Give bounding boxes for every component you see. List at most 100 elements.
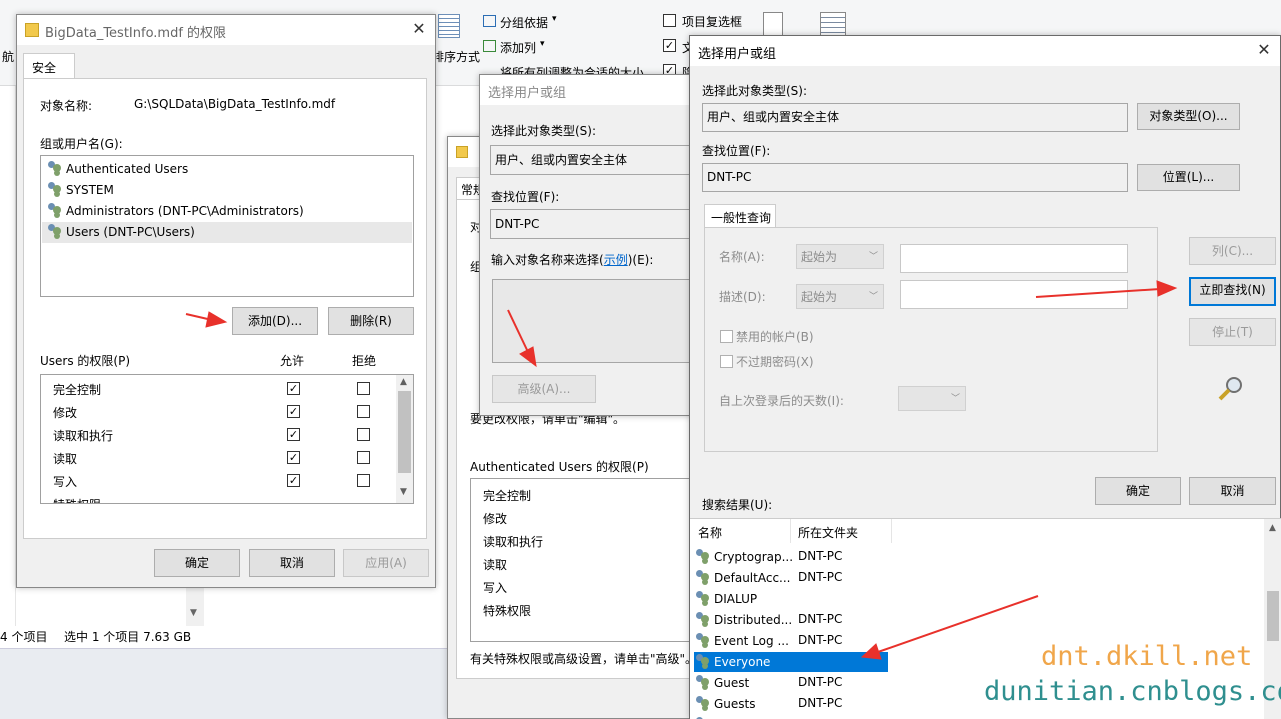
- examples-link[interactable]: 示例: [604, 253, 628, 267]
- object-types-button[interactable]: 对象类型(O)...: [1137, 103, 1240, 130]
- chevron-down-icon: ﹀: [868, 292, 878, 302]
- allow-checkbox[interactable]: ✓: [287, 382, 300, 395]
- behind-perm-2: 读取和执行: [483, 535, 544, 549]
- disabled-accounts-label: 禁用的帐户(B): [736, 330, 814, 344]
- deny-checkbox[interactable]: [357, 428, 370, 441]
- perm-item: 修改: [53, 406, 78, 420]
- small-enter-textarea[interactable]: [492, 279, 712, 363]
- deny-checkbox[interactable]: [357, 451, 370, 464]
- main-close-icon[interactable]: ✕: [1254, 40, 1274, 60]
- folder-icon: [25, 23, 39, 37]
- group-by-arrow-icon: ▾: [552, 14, 557, 24]
- explorer-scrollbar[interactable]: ▼: [186, 586, 204, 626]
- perm-dialog-title-bar: BigData_TestInfo.mdf 的权限 ✕: [17, 15, 435, 45]
- extension-checkbox[interactable]: ✓: [663, 39, 676, 52]
- small-advanced-button[interactable]: 高级(A)...: [492, 375, 596, 403]
- scroll-thumb[interactable]: [1267, 591, 1279, 641]
- perm-scrollbar[interactable]: ▲ ▼: [396, 375, 413, 503]
- deny-header: 拒绝: [352, 354, 377, 368]
- object-name-value: G:\SQLData\BigData_TestInfo.mdf: [134, 97, 336, 111]
- scroll-down-icon[interactable]: ▼: [400, 487, 407, 497]
- small-enter-label-prefix: 输入对象名称来选择(: [491, 253, 604, 267]
- main-location-field: DNT-PC: [702, 163, 1128, 192]
- watermark-line2: dunitian.cnblogs.com: [984, 676, 1281, 707]
- result-name-cell: Distributed...: [694, 610, 793, 630]
- user-item[interactable]: SYSTEM: [42, 180, 412, 201]
- result-row[interactable]: Cryptograp... DNT-PC: [694, 547, 1264, 567]
- result-name-cell: DIALUP: [694, 589, 790, 609]
- query-tab[interactable]: 一般性查询: [704, 204, 776, 228]
- perm-ok-button[interactable]: 确定: [154, 549, 240, 577]
- result-row[interactable]: Distributed... DNT-PC: [694, 610, 1264, 630]
- scroll-thumb[interactable]: [398, 391, 411, 473]
- item-checkbox[interactable]: [663, 14, 676, 27]
- behind-perm-label: Authenticated Users 的权限(P): [470, 460, 649, 474]
- select-user-dialog: 选择用户或组 ✕ 选择此对象类型(S): 用户、组或内置安全主体 对象类型(O)…: [689, 35, 1281, 719]
- scroll-up-icon[interactable]: ▲: [400, 377, 407, 387]
- result-name-cell: DefaultAcc...: [694, 568, 790, 588]
- user-item[interactable]: Authenticated Users: [42, 159, 412, 180]
- add-column-button[interactable]: 添加列: [500, 39, 536, 56]
- user-item-label: Administrators (DNT-PC\Administrators): [66, 204, 304, 218]
- col-name-header[interactable]: 名称: [698, 524, 722, 541]
- deny-checkbox[interactable]: [357, 474, 370, 487]
- deny-checkbox[interactable]: [357, 405, 370, 418]
- result-name: Guests: [714, 697, 756, 711]
- find-now-button[interactable]: 立即查找(N): [1189, 277, 1276, 306]
- behind-perm-list: 完全控制 修改 读取和执行 读取 写入 特殊权限: [470, 478, 710, 642]
- add-column-icon: [483, 40, 496, 52]
- perm-item: 写入: [53, 475, 78, 489]
- behind-perm-0: 完全控制: [483, 489, 532, 503]
- group-by-icon: [483, 15, 496, 27]
- scroll-down-icon[interactable]: ▼: [190, 608, 197, 618]
- allow-checkbox[interactable]: ✓: [287, 451, 300, 464]
- user-item-selected[interactable]: Users (DNT-PC\Users): [42, 222, 412, 243]
- add-column-arrow-icon: ▾: [540, 39, 545, 49]
- sort-method-label[interactable]: 排序方式: [432, 48, 480, 65]
- add-button[interactable]: 添加(D)...: [232, 307, 318, 335]
- result-row[interactable]: DIALUP: [694, 589, 1264, 609]
- result-row[interactable]: DefaultAcc... DNT-PC: [694, 568, 1264, 588]
- locations-button[interactable]: 位置(L)...: [1137, 164, 1240, 191]
- perm-dialog-title: BigData_TestInfo.mdf 的权限: [45, 26, 227, 41]
- allow-checkbox[interactable]: ✓: [287, 474, 300, 487]
- user-group-icon: [47, 224, 63, 238]
- main-ok-button[interactable]: 确定: [1095, 477, 1181, 505]
- perm-item: 特殊权限: [53, 496, 101, 503]
- result-name-cell: Cryptograp...: [694, 547, 793, 567]
- name-match-combo: 起始为 ﹀: [796, 244, 884, 269]
- result-name-cell: Everyone: [694, 652, 888, 672]
- desc-match-value: 起始为: [801, 290, 838, 304]
- behind-adv-hint: 有关特殊权限或高级设置，请单击"高级"。: [470, 652, 698, 666]
- col-folder-header[interactable]: 所在文件夹: [798, 524, 858, 541]
- name-label: 名称(A):: [719, 250, 765, 264]
- user-item-label: Users (DNT-PC\Users): [66, 225, 195, 239]
- perm-close-icon[interactable]: ✕: [409, 19, 429, 39]
- group-label: 组或用户名(G):: [40, 137, 123, 151]
- perm-cancel-button[interactable]: 取消: [249, 549, 335, 577]
- status-selected: 选中 1 个项目 7.63 GB: [64, 630, 192, 644]
- result-folder: DNT-PC: [798, 675, 843, 689]
- allow-checkbox[interactable]: ✓: [287, 405, 300, 418]
- user-list[interactable]: Authenticated Users SYSTEM Administrator…: [40, 155, 414, 297]
- disabled-accounts-checkbox: [720, 330, 733, 343]
- results-header: 名称 所在文件夹: [690, 519, 1281, 543]
- result-name: Distributed...: [714, 613, 793, 627]
- small-enter-label-suffix: )(E):: [627, 253, 654, 267]
- main-cancel-button[interactable]: 取消: [1189, 477, 1276, 505]
- select-user-dialog-small: 选择用户或组 选择此对象类型(S): 用户、组或内置安全主体 查找位置(F): …: [479, 74, 720, 416]
- result-name: DefaultAcc...: [714, 571, 791, 585]
- user-item[interactable]: Administrators (DNT-PC\Administrators): [42, 201, 412, 222]
- perm-list[interactable]: 完全控制 ✓ 修改 ✓ 读取和执行 ✓ 读取 ✓ 写入 ✓ 特殊权限 ▲ ▼: [40, 374, 414, 504]
- allow-checkbox[interactable]: ✓: [287, 428, 300, 441]
- result-row[interactable]: HelpLib...DNT-PC: [694, 715, 1264, 719]
- tab-security[interactable]: 安全: [23, 53, 75, 79]
- user-item-label: SYSTEM: [66, 183, 114, 197]
- group-by-button[interactable]: 分组依据: [500, 14, 548, 31]
- file-icon: [456, 146, 468, 158]
- no-expire-checkbox: [720, 355, 733, 368]
- deny-checkbox[interactable]: [357, 382, 370, 395]
- days-label: 自上次登录后的天数(I):: [719, 394, 844, 408]
- scroll-up-icon[interactable]: ▲: [1269, 523, 1276, 533]
- remove-button[interactable]: 删除(R): [328, 307, 414, 335]
